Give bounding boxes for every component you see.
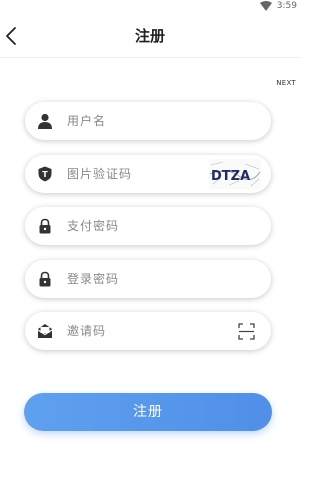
pay-password-placeholder: 支付密码	[67, 219, 120, 233]
next-link[interactable]: NEXT	[276, 79, 296, 87]
username-field[interactable]: 用户名	[25, 102, 271, 140]
pay-password-field[interactable]: 支付密码	[25, 207, 271, 245]
wifi-icon	[260, 1, 272, 11]
status-time: 3:59	[276, 1, 297, 11]
captcha-field[interactable]: T 图片验证码 DTZA	[25, 155, 271, 193]
invite-code-placeholder: 邀请码	[67, 324, 107, 338]
captcha-image[interactable]: DTZA	[209, 159, 261, 189]
status-bar: 3:59	[0, 0, 300, 14]
login-password-field[interactable]: 登录密码	[25, 260, 271, 298]
captcha-placeholder: 图片验证码	[67, 167, 133, 181]
invite-code-field[interactable]: 邀请码	[25, 312, 271, 350]
header: 注册	[0, 14, 300, 58]
page-title: 注册	[134, 27, 165, 45]
shield-icon: T	[38, 166, 52, 182]
lock-icon	[39, 271, 51, 287]
svg-text:T: T	[42, 170, 48, 179]
register-button[interactable]: 注册	[24, 393, 272, 431]
username-placeholder: 用户名	[67, 114, 107, 128]
user-icon	[38, 113, 52, 129]
envelope-icon	[37, 324, 53, 338]
lock-icon	[39, 218, 51, 234]
scan-icon[interactable]	[238, 323, 255, 340]
captcha-text: DTZA	[211, 169, 250, 184]
login-password-placeholder: 登录密码	[67, 272, 120, 286]
